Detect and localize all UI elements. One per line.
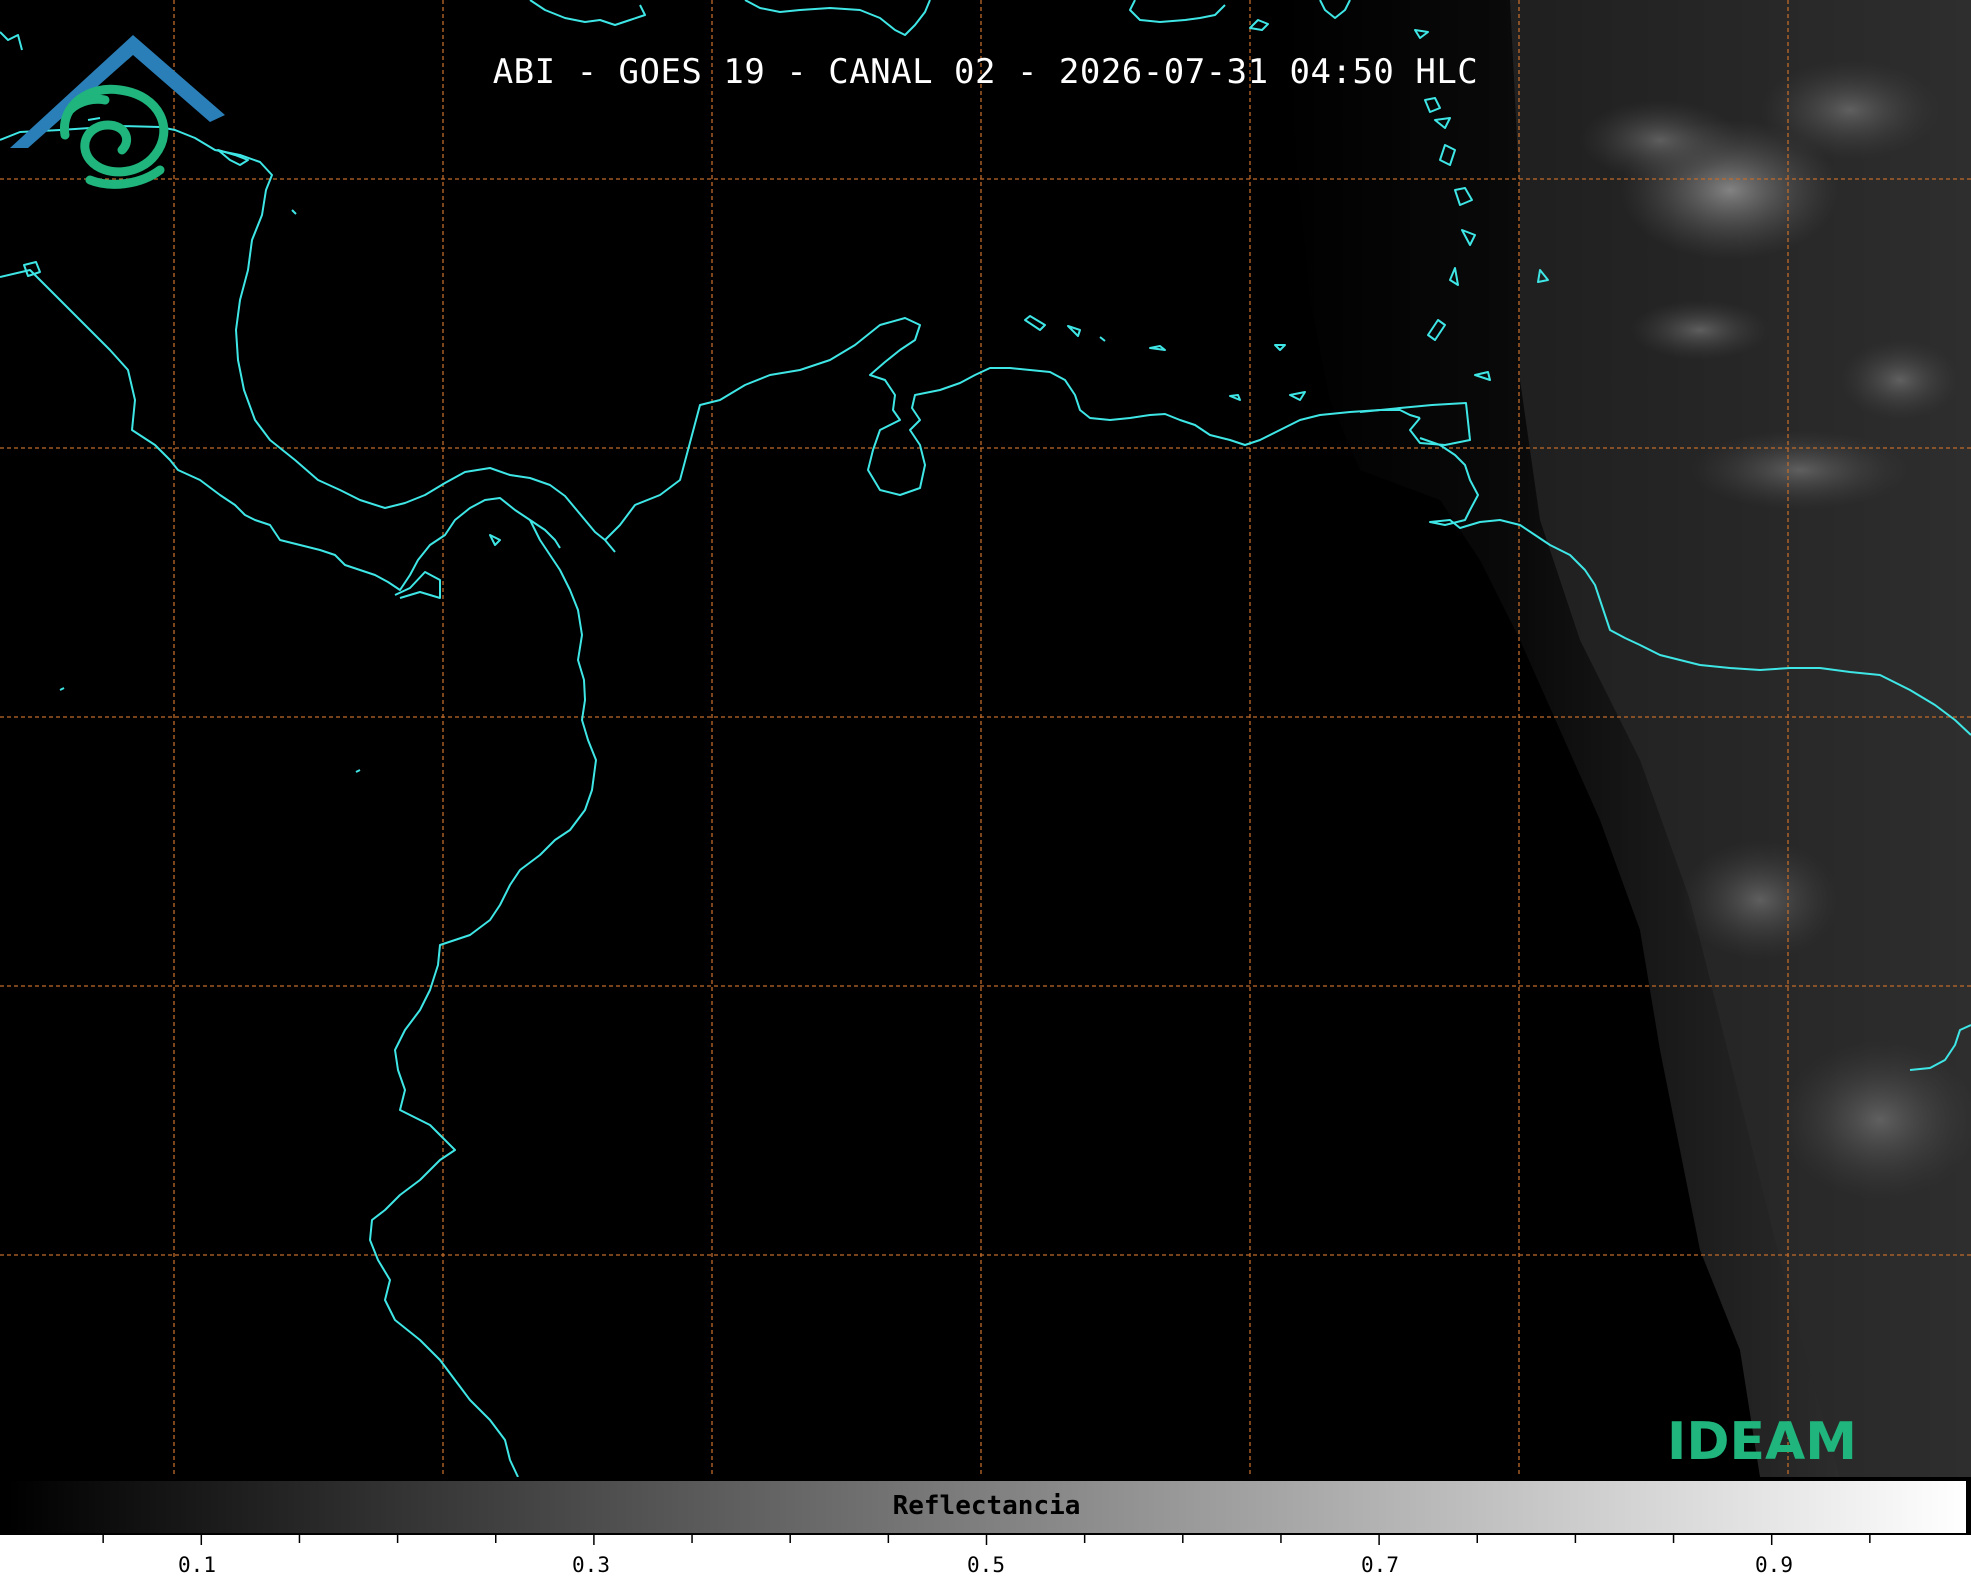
colorbar-label: Reflectancia bbox=[892, 1491, 1081, 1521]
map-canvas bbox=[0, 0, 1971, 1477]
colorbar-tick-label: 0.9 bbox=[1755, 1553, 1793, 1577]
colorbar-tick-label: 0.1 bbox=[178, 1553, 216, 1577]
satellite-image: ABI - GOES 19 - CANAL 02 - 2026-07-31 04… bbox=[0, 0, 1971, 1477]
colorbar-tick-label: 0.3 bbox=[572, 1553, 610, 1577]
logo-swirl bbox=[60, 84, 169, 189]
map-title: ABI - GOES 19 - CANAL 02 - 2026-07-31 04… bbox=[492, 52, 1479, 92]
colorbar: Reflectancia bbox=[5, 1479, 1968, 1535]
ideam-logo-text: IDEAM bbox=[1666, 1412, 1858, 1472]
colorbar-tick-label: 0.5 bbox=[967, 1553, 1005, 1577]
ideam-logo bbox=[10, 35, 225, 189]
colorbar-tick-label: 0.7 bbox=[1361, 1553, 1399, 1577]
